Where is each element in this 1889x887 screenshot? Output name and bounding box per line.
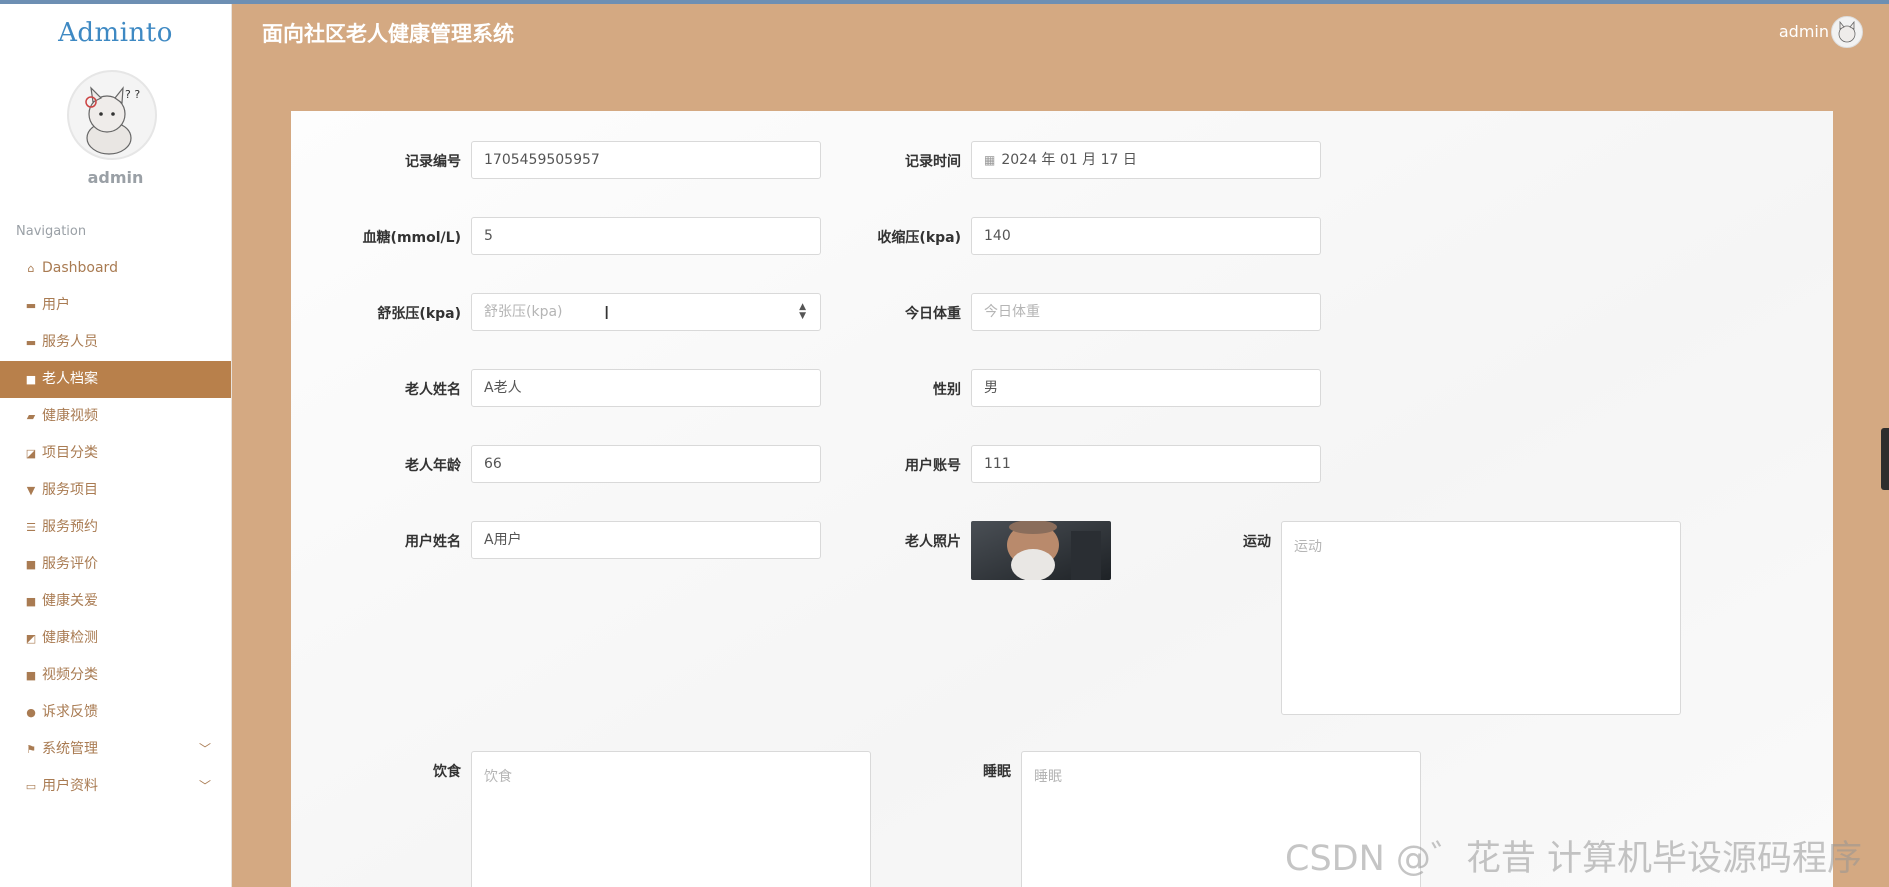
record-no-field[interactable]: 1705459505957 bbox=[471, 141, 821, 179]
sidebar-item-label: 服务人员 bbox=[42, 334, 98, 350]
sidebar-item-review[interactable]: ■ 服务评价 bbox=[0, 546, 231, 583]
sidebar-item-elder-archive[interactable]: ■ 老人档案 bbox=[0, 361, 231, 398]
sidebar-item-label: 诉求反馈 bbox=[42, 704, 98, 720]
flag-icon: ⚑ bbox=[26, 743, 36, 756]
header-username[interactable]: admin bbox=[1779, 22, 1829, 41]
sidebar-username: admin bbox=[87, 168, 144, 187]
blood-sugar-label: 血糖(mmol/L) bbox=[362, 230, 461, 246]
sleep-label: 睡眠 bbox=[983, 764, 1011, 780]
user-account-label: 用户账号 bbox=[905, 458, 961, 474]
sidebar-item-label: Dashboard bbox=[42, 260, 118, 276]
sidebar-item-video-category[interactable]: ■ 视频分类 bbox=[0, 657, 231, 694]
record-time-label: 记录时间 bbox=[905, 154, 961, 170]
pushpin-icon: ▼ bbox=[26, 484, 36, 497]
sidebar-item-label: 项目分类 bbox=[42, 445, 98, 461]
sidebar-item-label: 健康视频 bbox=[42, 408, 98, 424]
elder-portrait-image bbox=[971, 521, 1111, 580]
watermark-text: CSDN @゛花昔 计算机毕设源码程序 bbox=[1285, 839, 1863, 879]
diastolic-field[interactable]: 舒张压(kpa) ▲ ▼ bbox=[471, 293, 821, 331]
chevron-down-icon: ﹀ bbox=[198, 779, 211, 793]
wallet-icon: ◩ bbox=[25, 632, 37, 645]
sidebar-item-service-item[interactable]: ▼ 服务项目 bbox=[0, 472, 231, 509]
record-time-field[interactable]: ▦ 2024 年 01 月 17 日 bbox=[971, 141, 1321, 179]
calendar-icon: ▦ bbox=[984, 153, 996, 167]
elder-photo-label: 老人照片 bbox=[905, 534, 961, 550]
briefcase-icon: ▰ bbox=[26, 410, 36, 423]
user-name-label: 用户姓名 bbox=[405, 534, 461, 550]
sidebar-item-label: 老人档案 bbox=[42, 371, 98, 387]
cat-avatar-icon: ? ? bbox=[85, 86, 140, 155]
chevron-down-icon: ﹀ bbox=[198, 742, 211, 756]
header-avatar[interactable] bbox=[1831, 16, 1863, 48]
sidebar-item-label: 用户 bbox=[42, 297, 70, 313]
sidebar-item-profile[interactable]: ▭ 用户资料 ﹀ bbox=[0, 768, 231, 805]
systolic-field[interactable]: 140 bbox=[971, 217, 1321, 255]
user-avatar[interactable]: ? ? bbox=[67, 70, 157, 160]
elder-age-field[interactable]: 66 bbox=[471, 445, 821, 483]
sidebar-item-label: 服务评价 bbox=[42, 556, 98, 572]
weight-field[interactable]: 今日体重 bbox=[971, 293, 1321, 331]
exercise-textarea[interactable]: 运动 bbox=[1281, 521, 1681, 715]
user-account-field[interactable]: 111 bbox=[971, 445, 1321, 483]
sidebar-item-check[interactable]: ◩ 健康检测 bbox=[0, 620, 231, 657]
app-logo[interactable]: Adminto bbox=[0, 18, 231, 48]
elder-age-label: 老人年龄 bbox=[405, 458, 461, 474]
gender-label: 性别 bbox=[933, 382, 961, 398]
text-cursor-icon: I bbox=[604, 303, 610, 324]
sidebar-item-category[interactable]: ◪ 项目分类 bbox=[0, 435, 231, 472]
list-icon: ☰ bbox=[26, 521, 36, 534]
page-title: 面向社区老人健康管理系统 bbox=[262, 22, 514, 46]
sidebar-item-label: 系统管理 bbox=[42, 741, 98, 757]
sidebar-item-label: 健康检测 bbox=[42, 630, 98, 646]
diastolic-label: 舒张压(kpa) bbox=[377, 306, 461, 322]
weight-label: 今日体重 bbox=[905, 306, 961, 322]
sidebar-item-feedback[interactable]: ● 诉求反馈 bbox=[0, 694, 231, 731]
svg-text:? ?: ? ? bbox=[125, 88, 140, 101]
monitor-icon: ▬ bbox=[25, 336, 37, 349]
home-icon: ⌂ bbox=[27, 262, 35, 275]
user-name-field[interactable]: A用户 bbox=[471, 521, 821, 559]
blood-sugar-field[interactable]: 5 bbox=[471, 217, 821, 255]
elder-name-field[interactable]: A老人 bbox=[471, 369, 821, 407]
sidebar-item-health-video[interactable]: ▰ 健康视频 bbox=[0, 398, 231, 435]
top-accent-line bbox=[0, 0, 1889, 4]
sidebar-item-label: 服务预约 bbox=[42, 519, 98, 535]
card-icon: ▭ bbox=[25, 780, 37, 793]
diet-label: 饮食 bbox=[433, 764, 461, 780]
sidebar-item-label: 服务项目 bbox=[42, 482, 98, 498]
sidebar: Adminto ? ? admin Navigation ⌂ Dashboard … bbox=[0, 4, 232, 887]
sidebar-item-label: 用户资料 bbox=[42, 778, 98, 794]
sidebar-item-booking[interactable]: ☰ 服务预约 bbox=[0, 509, 231, 546]
sidebar-item-dashboard[interactable]: ⌂ Dashboard bbox=[0, 250, 231, 287]
sidebar-nav: ⌂ Dashboard ▬ 用户 ▬ 服务人员 ■ 老人档案 ▰ 健康视频 ◪ 项目分类 ▼… bbox=[0, 250, 231, 805]
number-spinner-icon[interactable]: ▲ ▼ bbox=[799, 303, 806, 321]
diastolic-placeholder: 舒张压(kpa) bbox=[484, 304, 563, 320]
grid-icon: ■ bbox=[25, 373, 37, 386]
nav-title: Navigation bbox=[16, 224, 87, 239]
sidebar-item-label: 健康关爱 bbox=[42, 593, 98, 609]
user-icon: ● bbox=[26, 706, 36, 719]
monitor-icon: ▬ bbox=[25, 299, 37, 312]
systolic-label: 收缩压(kpa) bbox=[877, 230, 961, 246]
sidebar-item-care[interactable]: ■ 健康关爱 bbox=[0, 583, 231, 620]
scroll-handle[interactable] bbox=[1881, 428, 1889, 490]
sidebar-item-system[interactable]: ⚑ 系统管理 ﹀ bbox=[0, 731, 231, 768]
diet-textarea[interactable]: 饮食 bbox=[471, 751, 871, 887]
sidebar-item-users[interactable]: ▬ 用户 bbox=[0, 287, 231, 324]
grid-icon: ■ bbox=[25, 669, 37, 682]
sidebar-item-label: 视频分类 bbox=[42, 667, 98, 683]
elder-name-label: 老人姓名 bbox=[405, 382, 461, 398]
chart-icon: ◪ bbox=[25, 447, 37, 460]
exercise-label: 运动 bbox=[1243, 534, 1271, 550]
gender-field[interactable]: 男 bbox=[971, 369, 1321, 407]
sidebar-item-staff[interactable]: ▬ 服务人员 bbox=[0, 324, 231, 361]
grid-icon: ■ bbox=[25, 595, 37, 608]
record-no-label: 记录编号 bbox=[405, 154, 461, 170]
elder-photo[interactable] bbox=[971, 521, 1111, 580]
cat-avatar-icon bbox=[1838, 20, 1856, 43]
record-time-value: 2024 年 01 月 17 日 bbox=[1001, 152, 1137, 168]
grid-icon: ■ bbox=[25, 558, 37, 571]
